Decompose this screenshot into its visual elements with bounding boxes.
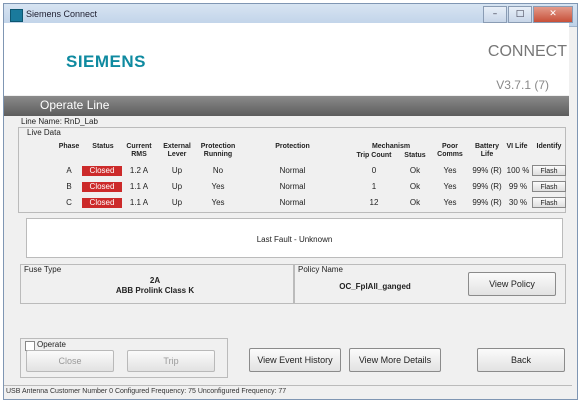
row-a-mech-status: Ok [409,166,421,175]
row-b-prot-running: Yes [211,182,225,191]
row-a-trip-count: 0 [371,166,377,175]
row-c-mech-status: Ok [409,198,421,207]
row-b-battery: 99% (R) [472,182,502,191]
row-b-protection: Normal [279,182,306,191]
row-c-phase: C [66,198,72,207]
row-a-current: 1.2 A [129,166,149,175]
row-a-vi-life: 100 % [506,166,530,175]
col-identify: Identify [536,143,562,150]
fuse-name: ABB Prolink Class K [115,286,195,295]
row-c-flash-button[interactable]: Flash [532,197,566,208]
col-external-lever: External Lever [163,143,191,158]
col-protection: Protection [275,143,310,150]
last-fault-text: Last Fault - Unknown [256,235,333,244]
view-policy-button[interactable]: View Policy [468,272,556,296]
row-c-status-badge: Closed [82,198,122,208]
col-protection-running: Protection Running [200,143,236,158]
header: SIEMENS CONNECT V3.7.1 (7) [4,23,569,95]
row-b-lever: Up [171,182,183,191]
minimize-icon[interactable]: – [483,6,507,23]
close-icon[interactable]: ✕ [533,6,573,23]
row-a-prot-running: No [212,166,224,175]
row-b-mech-status: Ok [409,182,421,191]
siemens-logo: SIEMENS [66,52,147,71]
row-b-vi-life: 99 % [508,182,528,191]
last-fault-panel: Last Fault - Unknown [26,218,563,258]
row-b-current: 1.1 A [129,182,149,191]
row-c-protection: Normal [279,198,306,207]
view-more-details-button[interactable]: View More Details [349,348,441,372]
col-trip-count: Trip Count [356,152,392,159]
window-title: Siemens Connect [26,9,98,19]
version-label: V3.7.1 (7) [496,78,549,92]
row-b-status-badge: Closed [82,182,122,192]
col-phase: Phase [58,143,80,150]
row-b-trip-count: 1 [371,182,377,191]
col-poor-comms: Poor Comms [437,143,463,158]
line-name: Line Name: RnD_Lab [21,117,98,126]
col-battery-life: Battery Life [474,143,500,158]
row-a-status-badge: Closed [82,166,122,176]
back-button[interactable]: Back [477,348,565,372]
app-icon [10,9,23,22]
col-status: Status [92,143,114,150]
trip-button[interactable]: Trip [127,350,215,372]
fuse-type-label: Fuse Type [24,265,62,274]
row-c-current: 1.1 A [129,198,149,207]
close-button[interactable]: Close [26,350,114,372]
row-a-protection: Normal [279,166,306,175]
row-a-flash-button[interactable]: Flash [532,165,566,176]
col-vi-life: VI Life [506,143,528,150]
policy-name: OC_FplAll_ganged [339,282,411,291]
row-c-prot-running: Yes [211,198,225,207]
row-b-flash-button[interactable]: Flash [532,181,566,192]
row-c-poor-comms: Yes [443,198,457,207]
product-name: CONNECT [487,43,567,60]
status-bar: USB Antenna Customer Number 0 Configured… [4,385,572,397]
fuse-rating: 2A [149,276,161,285]
policy-name-label: Policy Name [298,265,343,274]
col-mech-status: Status [404,152,426,159]
section-title-bar: Operate Line [4,96,569,116]
row-a-battery: 99% (R) [472,166,502,175]
view-event-history-button[interactable]: View Event History [249,348,341,372]
col-mechanism: Mechanism [371,143,411,150]
row-b-poor-comms: Yes [443,182,457,191]
row-c-vi-life: 30 % [508,198,528,207]
row-a-phase: A [66,166,72,175]
col-current: Current RMS [126,143,152,158]
row-a-poor-comms: Yes [443,166,457,175]
row-b-phase: B [66,182,72,191]
row-c-battery: 99% (R) [472,198,502,207]
row-c-trip-count: 12 [369,198,379,207]
section-title: Operate Line [40,98,110,112]
operate-label: Operate [37,340,66,349]
row-a-lever: Up [171,166,183,175]
maximize-icon[interactable]: □ [508,6,532,23]
row-c-lever: Up [171,198,183,207]
